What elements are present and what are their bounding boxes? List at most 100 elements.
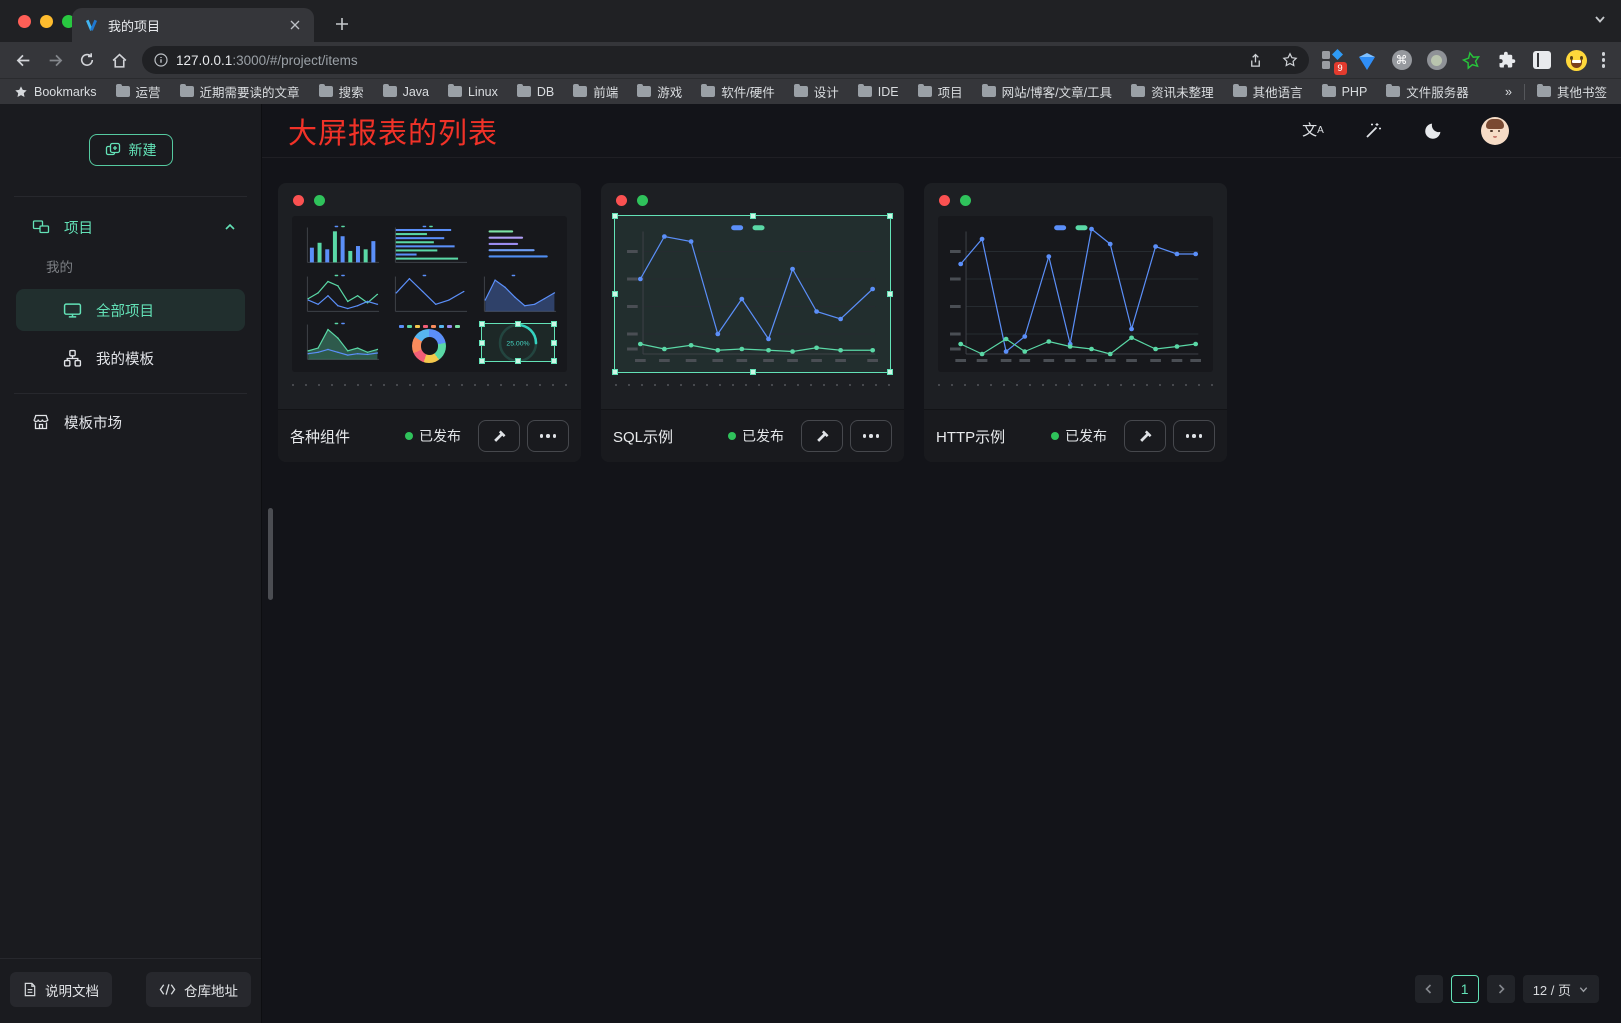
edit-project-button[interactable]	[801, 420, 843, 452]
bookmark-folder[interactable]: 网站/博客/文章/工具	[982, 82, 1112, 101]
share-icon[interactable]	[1243, 47, 1269, 73]
folder-icon	[918, 86, 932, 97]
magic-wand-icon[interactable]	[1361, 119, 1385, 143]
repo-button[interactable]: 仓库地址	[146, 972, 251, 1007]
bookmark-folder[interactable]: 其他语言	[1233, 82, 1303, 101]
mini-area-chart-blue	[477, 273, 559, 316]
edit-project-button[interactable]	[478, 420, 520, 452]
prev-page-button[interactable]	[1415, 975, 1443, 1003]
status-badge: 已发布	[1051, 426, 1107, 446]
more-options-button[interactable]	[1173, 420, 1215, 452]
page-size-select[interactable]: 12 / 页	[1523, 975, 1599, 1003]
card-footer: 各种组件 已发布	[278, 409, 581, 462]
url-host: 127.0.0.1	[176, 53, 232, 68]
folder-icon	[701, 86, 715, 97]
language-toggle-icon[interactable]: 文A	[1301, 119, 1325, 143]
dotted-separator	[292, 384, 567, 386]
folder-icon	[794, 86, 808, 97]
project-thumbnail[interactable]	[615, 216, 890, 372]
user-avatar[interactable]	[1481, 117, 1509, 145]
extension-grid-icon[interactable]: 9	[1321, 49, 1343, 71]
bookmark-folder[interactable]: 资讯未整理	[1131, 82, 1214, 101]
bookmark-folder[interactable]: 项目	[918, 82, 963, 101]
tab-search-chevron-icon[interactable]	[1593, 12, 1607, 26]
project-thumbnail[interactable]: 25.00%	[292, 216, 567, 372]
sidebar-item-template-market[interactable]: 模板市场	[14, 404, 247, 440]
bookmarks-root[interactable]: Bookmarks	[14, 85, 97, 99]
bookmark-folder[interactable]: 搜索	[319, 82, 364, 101]
more-options-button[interactable]	[850, 420, 892, 452]
new-tab-button[interactable]	[328, 10, 356, 38]
bookmark-folder[interactable]: PHP	[1322, 85, 1368, 99]
folder-icon	[116, 86, 130, 97]
extension-gem-icon[interactable]	[1356, 49, 1378, 71]
current-page-button[interactable]: 1	[1451, 975, 1479, 1003]
more-options-button[interactable]	[527, 420, 569, 452]
new-project-button[interactable]: 新建	[89, 134, 173, 166]
bookmark-folder[interactable]: 软件/硬件	[701, 82, 774, 101]
back-button[interactable]	[8, 45, 38, 75]
sidebar-item-my-templates[interactable]: 我的模板	[16, 337, 245, 379]
bookmarks-overflow-chevron[interactable]: »	[1505, 85, 1512, 99]
card-title: SQL示例	[613, 426, 728, 447]
bookmark-folder[interactable]: 近期需要读的文章	[180, 82, 300, 101]
mini-donut-chart	[388, 321, 470, 364]
bookmark-folder[interactable]: DB	[517, 85, 554, 99]
folder-icon	[1537, 86, 1551, 97]
extension-dot-icon[interactable]	[1426, 49, 1448, 71]
docs-button[interactable]: 说明文档	[10, 972, 112, 1007]
browser-tab[interactable]: 我的项目	[72, 8, 314, 42]
extensions-puzzle-icon[interactable]	[1496, 49, 1518, 71]
page-info-icon[interactable]	[154, 53, 168, 67]
bookmark-folder[interactable]: IDE	[858, 85, 899, 99]
project-card-components[interactable]: 25.00% 各种组件 已发布	[278, 183, 581, 462]
extensions-area: 9 ⌘	[1317, 49, 1598, 71]
card-window-dots	[278, 183, 581, 215]
bookmark-folder[interactable]: 游戏	[637, 82, 682, 101]
bookmark-folder[interactable]: 运营	[116, 82, 161, 101]
project-thumbnail[interactable]	[938, 216, 1213, 372]
bookmark-folder[interactable]: Java	[383, 85, 429, 99]
other-bookmarks-folder[interactable]: 其他书签	[1537, 82, 1607, 101]
green-dot-icon	[637, 195, 648, 206]
code-icon	[159, 983, 176, 996]
mini-capsule-bar-chart	[477, 224, 559, 267]
sidebar-item-project[interactable]: 项目	[14, 209, 247, 245]
mini-area-chart-green	[300, 321, 382, 364]
project-list: 25.00% 各种组件 已发布	[262, 158, 1621, 1023]
address-bar[interactable]: 127.0.0.1:3000/#/project/items	[142, 46, 1309, 74]
status-dot-icon	[405, 432, 413, 440]
edit-project-button[interactable]	[1124, 420, 1166, 452]
bookmark-folder[interactable]: 前端	[573, 82, 618, 101]
window-close-button[interactable]	[18, 15, 31, 28]
bookmark-star-icon[interactable]	[1277, 47, 1303, 73]
window-minimize-button[interactable]	[40, 15, 53, 28]
red-dot-icon	[293, 195, 304, 206]
card-footer: SQL示例 已发布	[601, 409, 904, 462]
extension-star-icon[interactable]	[1461, 49, 1483, 71]
page-title: 大屏报表的列表	[288, 110, 498, 152]
bookmark-folder[interactable]: Linux	[448, 85, 498, 99]
bookmark-folder[interactable]: 文件服务器	[1386, 82, 1469, 101]
reload-button[interactable]	[72, 45, 102, 75]
chevron-left-icon	[1423, 983, 1435, 995]
sidebar-toggle-icon[interactable]	[1531, 49, 1553, 71]
bookmark-folder[interactable]: 设计	[794, 82, 839, 101]
folder-icon	[1322, 86, 1336, 97]
tab-close-icon[interactable]	[286, 16, 304, 34]
sidebar-item-all-projects[interactable]: 全部项目	[16, 289, 245, 331]
mini-horizontal-bar-chart	[388, 224, 470, 267]
dark-mode-moon-icon[interactable]	[1421, 119, 1445, 143]
browser-menu-icon[interactable]	[1600, 52, 1614, 68]
home-button[interactable]	[104, 45, 134, 75]
project-card-http[interactable]: HTTP示例 已发布	[924, 183, 1227, 462]
next-page-button[interactable]	[1487, 975, 1515, 1003]
project-card-sql[interactable]: SQL示例 已发布	[601, 183, 904, 462]
forward-button[interactable]	[40, 45, 70, 75]
scrollbar-thumb[interactable]	[268, 508, 273, 600]
folder-icon	[1131, 86, 1145, 97]
extension-command-icon[interactable]: ⌘	[1391, 49, 1413, 71]
profile-avatar-emoji[interactable]	[1566, 49, 1588, 71]
favicon	[84, 18, 99, 33]
browser-tab-strip: 我的项目	[0, 0, 1621, 42]
